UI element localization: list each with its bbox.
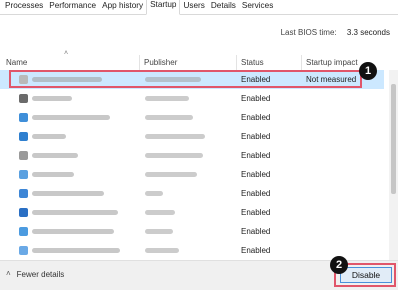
publisher-redacted xyxy=(145,229,173,234)
startup-app-list: Enabled Not measured Enabled Enabled Enabled… xyxy=(0,70,384,260)
app-icon xyxy=(19,75,28,84)
app-name-redacted xyxy=(32,115,110,120)
app-icon xyxy=(19,132,28,141)
startup-app-row[interactable]: Enabled xyxy=(0,184,384,203)
startup-app-row[interactable]: Enabled xyxy=(0,203,384,222)
scrollbar-thumb[interactable] xyxy=(391,84,396,194)
publisher-redacted xyxy=(145,191,163,196)
startup-app-row[interactable]: Enabled xyxy=(0,241,384,260)
app-icon xyxy=(19,208,28,217)
status-cell: Enabled xyxy=(241,227,271,236)
startup-impact-cell xyxy=(306,146,376,165)
startup-impact-cell xyxy=(306,184,376,203)
fewer-details-button[interactable]: ˄ Fewer details xyxy=(6,269,65,279)
startup-app-row[interactable]: Enabled Not measured xyxy=(0,70,384,89)
task-manager-window: Processes Performance App history Startu… xyxy=(0,0,398,290)
startup-impact-cell xyxy=(306,108,376,127)
vertical-scrollbar[interactable] xyxy=(389,70,398,260)
app-icon xyxy=(19,151,28,160)
tab-app-history[interactable]: App history xyxy=(99,0,146,14)
tab-startup[interactable]: Startup xyxy=(146,0,181,15)
publisher-redacted xyxy=(145,172,197,177)
publisher-redacted xyxy=(145,96,189,101)
publisher-redacted xyxy=(145,248,179,253)
app-name-redacted xyxy=(32,248,120,253)
app-name-redacted xyxy=(32,134,66,139)
bios-time: Last BIOS time: 3.3 seconds xyxy=(281,28,390,37)
step-1-badge: 1 xyxy=(359,62,377,80)
status-cell: Enabled xyxy=(241,246,271,255)
status-cell: Enabled xyxy=(241,151,271,160)
startup-app-row[interactable]: Enabled xyxy=(0,108,384,127)
app-icon xyxy=(19,189,28,198)
startup-app-row[interactable]: Enabled xyxy=(0,165,384,184)
tab-bar: Processes Performance App history Startu… xyxy=(0,0,398,15)
status-cell: Enabled xyxy=(241,208,271,217)
step-2-badge: 2 xyxy=(330,256,348,274)
column-header-publisher[interactable]: Publisher xyxy=(140,55,236,70)
chevron-up-icon: ˄ xyxy=(6,269,11,278)
status-cell: Enabled xyxy=(241,94,271,103)
app-icon xyxy=(19,113,28,122)
app-name-redacted xyxy=(32,77,102,82)
tab-users[interactable]: Users xyxy=(180,0,207,14)
startup-impact-cell xyxy=(306,222,376,241)
publisher-redacted xyxy=(145,134,205,139)
tab-processes[interactable]: Processes xyxy=(2,0,46,14)
fewer-details-label: Fewer details xyxy=(16,270,65,279)
startup-app-row[interactable]: Enabled xyxy=(0,89,384,108)
publisher-redacted xyxy=(145,77,201,82)
disable-button[interactable]: Disable xyxy=(340,267,392,283)
app-icon xyxy=(19,227,28,236)
publisher-redacted xyxy=(145,210,175,215)
startup-app-row[interactable]: Enabled xyxy=(0,146,384,165)
app-name-redacted xyxy=(32,153,78,158)
app-icon xyxy=(19,170,28,179)
app-icon xyxy=(19,246,28,255)
publisher-redacted xyxy=(145,115,193,120)
status-cell: Enabled xyxy=(241,189,271,198)
app-name-redacted xyxy=(32,229,114,234)
startup-impact-cell xyxy=(306,89,376,108)
bios-time-label: Last BIOS time: xyxy=(280,28,337,37)
startup-impact-cell xyxy=(306,127,376,146)
status-cell: Enabled xyxy=(241,132,271,141)
tab-details[interactable]: Details xyxy=(208,0,239,14)
app-name-redacted xyxy=(32,191,104,196)
column-header-status[interactable]: Status xyxy=(237,55,301,70)
startup-impact-cell xyxy=(306,165,376,184)
column-header-name[interactable]: Name xyxy=(2,55,138,70)
app-name-redacted xyxy=(32,210,118,215)
column-header-row: Name Publisher Status Startup impact xyxy=(0,55,398,70)
status-cell: Enabled xyxy=(241,113,271,122)
bios-time-value: 3.3 seconds xyxy=(346,28,390,37)
app-name-redacted xyxy=(32,96,72,101)
tab-services[interactable]: Services xyxy=(239,0,276,14)
status-cell: Enabled xyxy=(241,75,271,84)
publisher-redacted xyxy=(145,153,203,158)
status-cell: Enabled xyxy=(241,170,271,179)
startup-app-row[interactable]: Enabled xyxy=(0,222,384,241)
startup-impact-cell xyxy=(306,203,376,222)
tab-performance[interactable]: Performance xyxy=(46,0,99,14)
startup-app-row[interactable]: Enabled xyxy=(0,127,384,146)
app-name-redacted xyxy=(32,172,74,177)
app-icon xyxy=(19,94,28,103)
